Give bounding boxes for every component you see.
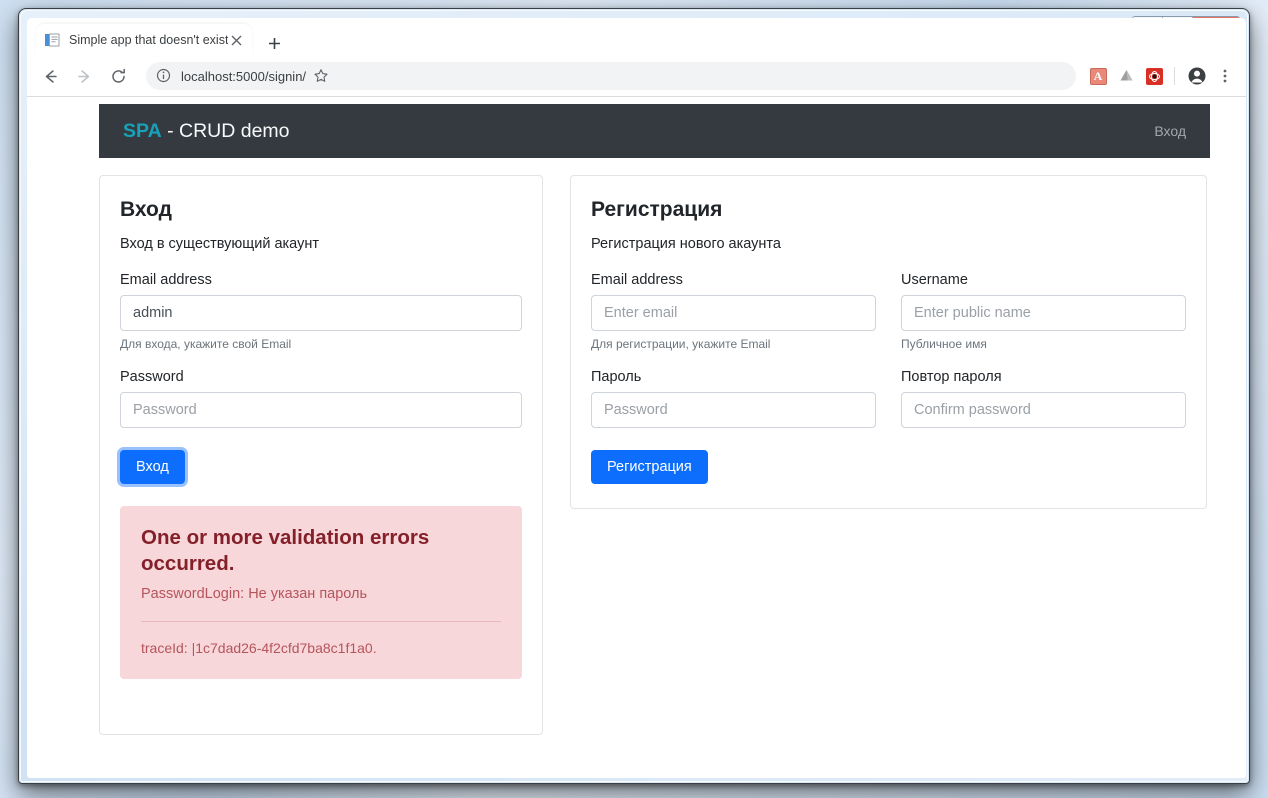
register-confirm-label: Повтор пароля — [901, 369, 1002, 385]
login-password-input[interactable] — [120, 392, 522, 428]
login-card: Вход Вход в существующий акаунт Email ad… — [99, 175, 543, 735]
window-frame: Simple app that doesn't exist localhost:… — [20, 10, 1248, 782]
login-card-title: Вход — [120, 198, 172, 221]
alert-title: One or more validation errors occurred. — [141, 526, 430, 575]
tab-title: Simple app that doesn't exist — [69, 33, 228, 47]
os-window: Simple app that doesn't exist localhost:… — [18, 8, 1250, 784]
login-email-input[interactable] — [120, 295, 522, 331]
back-button[interactable] — [35, 61, 65, 91]
register-username-group: Username Публичное имя — [901, 272, 1186, 351]
app-brand[interactable]: SPA - CRUD demo — [123, 120, 290, 143]
reload-button[interactable] — [103, 61, 133, 91]
validation-error-alert: One or more validation errors occurred. … — [120, 506, 522, 679]
address-bar[interactable]: localhost:5000/signin/ — [146, 62, 1076, 90]
register-username-input[interactable] — [901, 295, 1186, 331]
brand-accent: SPA — [123, 119, 162, 142]
brand-rest: - CRUD demo — [161, 119, 290, 142]
register-email-help: Для регистрации, укажите Email — [591, 337, 771, 351]
register-password-label: Пароль — [591, 369, 642, 385]
new-tab-button[interactable] — [260, 30, 288, 56]
chrome-browser: Simple app that doesn't exist localhost:… — [27, 18, 1246, 778]
register-email-input[interactable] — [591, 295, 876, 331]
register-card-subtitle: Регистрация нового акаунта — [591, 236, 781, 252]
register-password-input[interactable] — [591, 392, 876, 428]
register-email-group: Email address Для регистрации, укажите E… — [591, 272, 876, 351]
google-drive-extension-icon[interactable] — [1113, 63, 1139, 89]
page-viewport: SPA - CRUD demo Вход Вход Вход в существ… — [27, 97, 1246, 778]
alert-divider — [141, 620, 501, 622]
login-card-subtitle: Вход в существующий акаунт — [120, 236, 319, 252]
info-circle-icon[interactable] — [156, 68, 172, 84]
register-confirm-input[interactable] — [901, 392, 1186, 428]
bookmark-star-icon[interactable] — [308, 63, 334, 89]
adobe-pdf-extension-icon[interactable]: A — [1085, 63, 1111, 89]
chrome-menu-icon[interactable] — [1212, 63, 1238, 89]
register-username-help: Публичное имя — [901, 337, 987, 351]
login-password-label: Password — [120, 369, 184, 385]
register-card: Регистрация Регистрация нового акаунта E… — [570, 175, 1207, 509]
register-card-title: Регистрация — [591, 198, 723, 221]
cards-row: Вход Вход в существующий акаунт Email ad… — [99, 175, 1210, 735]
login-submit-button[interactable]: Вход — [120, 450, 185, 484]
login-email-help: Для входа, укажите свой Email — [120, 337, 292, 351]
login-email-label: Email address — [120, 272, 212, 288]
register-confirm-group: Повтор пароля — [901, 369, 1186, 428]
register-email-label: Email address — [591, 272, 683, 288]
register-row-1: Email address Для регистрации, укажите E… — [591, 272, 1186, 369]
browser-tab[interactable]: Simple app that doesn't exist — [36, 24, 252, 56]
browser-toolbar: localhost:5000/signin/ A — [27, 56, 1246, 97]
register-submit-button[interactable]: Регистрация — [591, 450, 708, 484]
toolbar-divider — [1174, 67, 1175, 85]
forward-button[interactable] — [69, 61, 99, 91]
register-password-group: Пароль — [591, 369, 876, 428]
login-password-group: Password — [120, 369, 522, 428]
tab-close-icon[interactable] — [228, 32, 244, 48]
tab-strip: Simple app that doesn't exist — [27, 18, 1246, 56]
address-bar-url: localhost:5000/signin/ — [181, 68, 307, 84]
register-username-label: Username — [901, 272, 968, 288]
alert-message: PasswordLogin: Не указан пароль — [141, 585, 368, 602]
navbar-link-signin[interactable]: Вход — [1154, 123, 1186, 139]
document-favicon — [44, 32, 60, 48]
red-extension-icon[interactable] — [1141, 63, 1167, 89]
app-navbar: SPA - CRUD demo Вход — [99, 104, 1210, 158]
login-email-group: Email address Для входа, укажите свой Em… — [120, 272, 522, 351]
profile-avatar-icon[interactable] — [1184, 63, 1210, 89]
register-row-2: Пароль Повтор пароля — [591, 369, 1186, 450]
alert-trace-id: traceId: |1c7dad26-4f2cfd7ba8c1f1a0. — [141, 639, 377, 656]
